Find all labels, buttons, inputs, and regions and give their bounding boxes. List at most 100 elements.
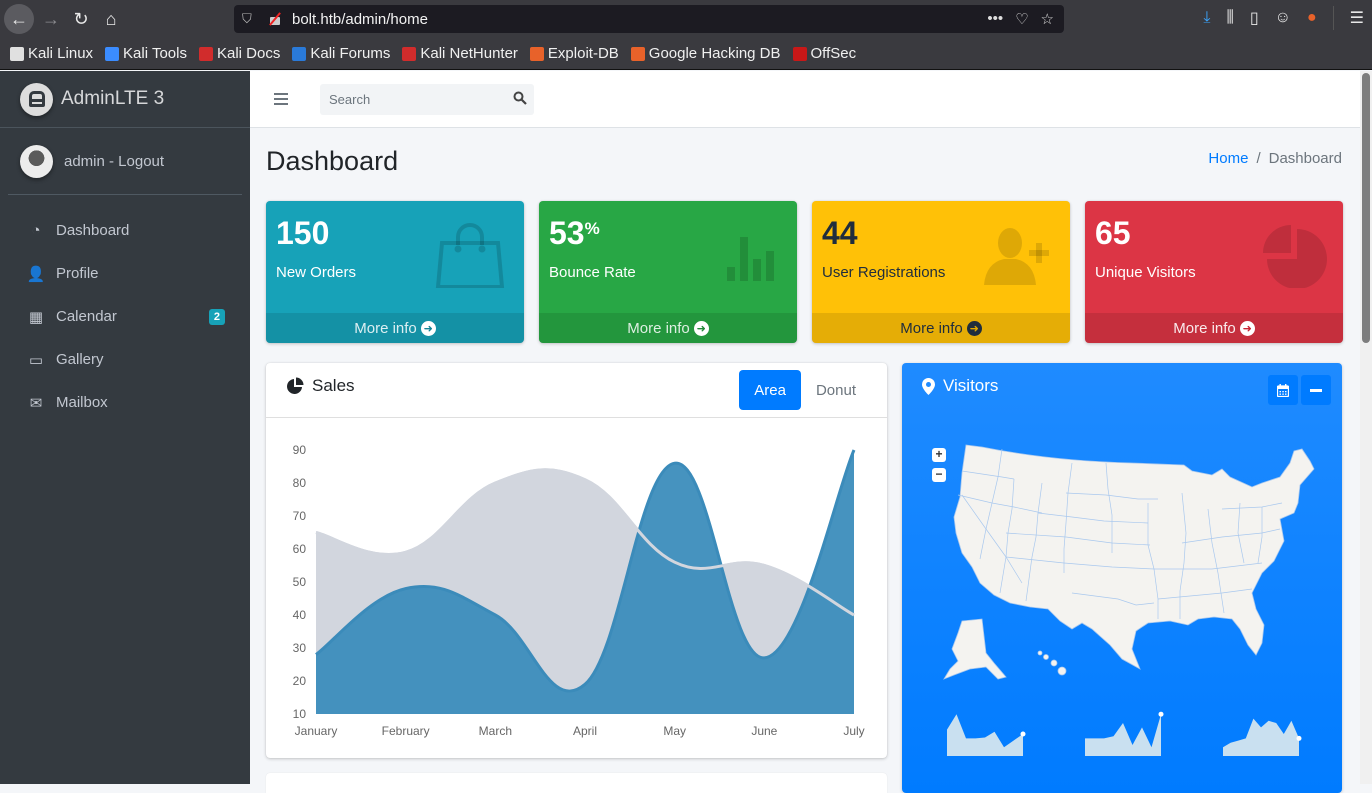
y-tick-label: 20 [293,674,307,688]
reload-button[interactable]: ↻ [66,4,96,34]
brand-link[interactable]: AdminLTE 3 [0,71,250,128]
y-tick-label: 10 [293,707,307,721]
stat-box-bounce-rate: 53% Bounce Rate More info ➜ [539,201,797,343]
bookmark-favicon-icon [198,46,213,61]
extension-icon[interactable]: ● [1307,9,1317,27]
search-form [320,83,534,115]
breadcrumb: Home / Dashboard [1208,150,1342,167]
forward-button[interactable]: → [36,4,66,34]
tachometer-icon: ◔ [31,222,41,239]
tab-area[interactable]: Area [739,370,801,410]
sparkline-endpoint [1158,711,1164,717]
back-button[interactable]: ← [4,4,34,34]
sales-area-chart: 10 20 30 40 50 60 70 80 90 January February March Ap… [293,443,865,738]
arrow-circle-right-icon: ➜ [966,320,982,336]
insecure-lock-icon[interactable] [268,12,282,26]
bookmark-label: Kali NetHunter [420,45,518,62]
top-navbar [250,71,1370,128]
bookmark-kali-linux[interactable]: Kali Linux [10,45,93,62]
scrollbar-thumb[interactable] [1362,73,1370,343]
sidebar-item-profile[interactable]: 👤 Profile [8,252,242,295]
sidebar-item-label: Gallery [56,351,104,368]
pocket-icon[interactable]: ♡ [1015,10,1028,28]
menu-icon[interactable]: ☰ [1350,8,1364,28]
bookmark-kali-docs[interactable]: Kali Docs [198,45,281,62]
y-tick-label: 40 [293,608,307,622]
sidebar-toggle-icon[interactable]: ▯ [1250,8,1259,28]
bookmark-offsec[interactable]: OffSec [792,45,857,62]
shield-icon[interactable]: ⛉ [242,11,258,27]
page-title: Dashboard [266,146,399,176]
download-icon[interactable]: ⤓ [1203,9,1210,27]
search-input[interactable] [320,91,505,107]
toolbar-divider [1332,6,1334,30]
sidebar: AdminLTE 3 admin - Logout ◔ Dashboard 👤 Pro… [0,71,250,784]
more-actions-icon[interactable]: ••• [987,10,1003,28]
usa-vector-map[interactable] [922,433,1332,693]
y-tick-label: 50 [293,575,307,589]
bookmark-label: OffSec [810,45,857,62]
chart-type-tabs: Area Donut [739,370,871,410]
bookmark-star-icon[interactable]: ☆ [1041,10,1054,28]
sidebar-item-dashboard[interactable]: ◔ Dashboard [8,209,242,252]
sparkline-1 [947,714,1023,756]
sidebar-item-label: Mailbox [56,394,108,411]
notification-badge: 2 [208,308,225,325]
home-button[interactable]: ⌂ [96,4,126,34]
minus-icon [1310,388,1322,392]
url-text[interactable]: bolt.htb/admin/home [292,11,987,28]
image-icon: ▭ [28,351,44,369]
address-bar[interactable]: ⛉ bolt.htb/admin/home ••• ♡ ☆ [234,5,1064,33]
brand-text: AdminLTE 3 [61,88,165,109]
bookmark-favicon-icon [292,46,307,61]
arrow-circle-right-icon: ➜ [693,320,709,336]
breadcrumb-current: Dashboard [1268,150,1342,167]
bookmark-google-hacking-db[interactable]: Google Hacking DB [630,45,781,62]
hamburger-menu-icon[interactable] [274,90,288,108]
more-info-link[interactable]: More info ➜ [266,313,524,343]
avatar [20,144,53,178]
sparkline-3 [1223,718,1299,756]
bookmark-kali-nethunter[interactable]: Kali NetHunter [402,45,518,62]
bookmark-exploit-db[interactable]: Exploit-DB [529,45,619,62]
user-logout-link[interactable]: admin - Logout [64,153,164,170]
sidebar-item-mailbox[interactable]: ✉ Mailbox [8,381,242,424]
bookmark-favicon-icon [529,46,544,61]
user-plus-icon [984,228,1049,285]
bookmark-kali-tools[interactable]: Kali Tools [105,45,187,62]
more-info-link[interactable]: More info ➜ [1085,313,1343,343]
bookmark-label: Kali Docs [216,45,281,62]
account-icon[interactable]: ☺ [1275,9,1291,27]
sales-card-title: Sales [312,376,355,395]
sparkline-endpoint [1020,731,1026,737]
breadcrumb-home-link[interactable]: Home [1208,150,1248,167]
sidebar-item-calendar[interactable]: ▦ Calendar 2 [8,295,242,338]
bookmark-kali-forums[interactable]: Kali Forums [292,45,390,62]
y-tick-label: 90 [293,443,307,457]
x-tick-label: July [843,724,864,738]
sales-card: Sales Area Donut 10 20 30 40 50 60 70 80 90 Janua… [266,363,887,758]
calendar-button[interactable] [1268,375,1298,405]
stat-box-user-registrations: 44 User Registrations More info ➜ [812,201,1070,343]
map-region-hawaii [1037,650,1043,656]
stat-box-unique-visitors: 65 Unique Visitors More info ➜ [1085,201,1343,343]
collapse-button[interactable] [1301,375,1331,405]
more-info-link[interactable]: More info ➜ [539,313,797,343]
visitors-card-title: Visitors [943,376,999,395]
tab-donut[interactable]: Donut [801,370,871,410]
arrow-circle-right-icon: ➜ [420,320,436,336]
user-icon: 👤 [26,265,46,283]
y-tick-label: 30 [293,641,307,655]
sparkline-endpoint [1296,735,1302,741]
y-tick-label: 80 [293,476,307,490]
more-info-link[interactable]: More info ➜ [812,313,1070,343]
sidebar-item-gallery[interactable]: ▭ Gallery [8,338,242,381]
search-icon[interactable] [505,91,534,108]
library-icon[interactable]: ⫼ [1226,9,1233,27]
map-region-alaska [943,618,1007,680]
bookmark-label: Kali Tools [123,45,187,62]
brand-logo-icon [20,82,53,116]
calendar-icon [1277,383,1289,397]
bookmark-favicon-icon [105,46,120,61]
bookmark-favicon-icon [792,46,807,61]
